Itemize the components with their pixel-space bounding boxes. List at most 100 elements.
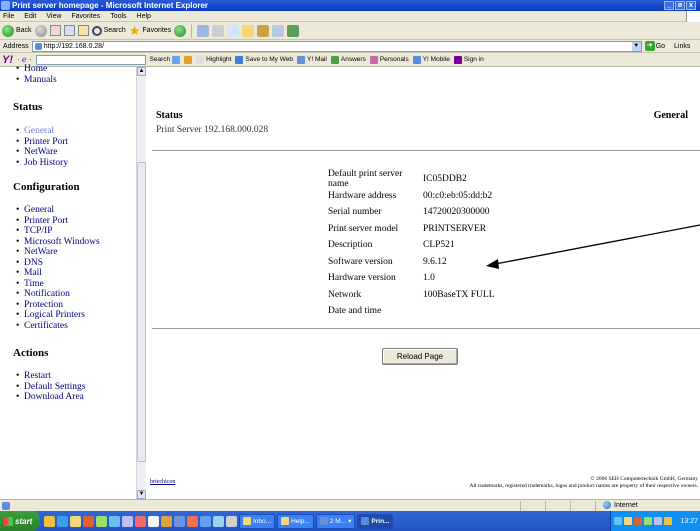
address-bar: Address http://192.168.0.28/ ▼ ➜ Go Link… [0,40,700,53]
yahoo-highlight-label: Highlight [206,56,232,63]
sidebar-item-status-netware[interactable]: NetWare [24,147,58,157]
favorites-button[interactable]: ★ Favorites [129,23,171,38]
sidebar-item-default-settings[interactable]: Default Settings [24,382,85,392]
sidebar-item-status-printer-port[interactable]: Printer Port [24,137,68,147]
mail-icon[interactable] [197,24,210,37]
quicklaunch-icon[interactable] [44,515,55,527]
sidebar-item-mail[interactable]: Mail [24,268,42,278]
yahoo-signin-button[interactable]: Sign in [453,55,484,64]
refresh-button[interactable] [63,25,75,36]
sidebar-item-dns[interactable]: DNS [24,258,43,268]
windows-flag-icon [4,516,13,526]
taskbar-item-help[interactable]: Help... [277,513,314,529]
stop-button[interactable] [49,25,61,36]
menu-favorites[interactable]: Favorites [71,11,100,21]
sidebar-item-tcpip[interactable]: TCP/IP [24,226,53,236]
scroll-down-icon[interactable]: ▼ [137,490,146,499]
yahoo-personals-button[interactable]: Personals [369,55,409,64]
footer-link[interactable]: brtechicon [150,479,175,485]
sidebar-item-job-history[interactable]: Job History [24,158,68,168]
quicklaunch-icon[interactable] [109,515,120,527]
status-segment [570,500,571,511]
messenger-icon[interactable] [272,24,285,37]
back-button[interactable]: Back [2,23,32,38]
yahoo-highlight-button[interactable]: Highlight [196,55,232,64]
menu-tools[interactable]: Tools [110,11,126,21]
sidebar-item-config-netware[interactable]: NetWare [24,247,58,257]
folder-icon[interactable] [242,24,255,37]
list-item: Download Area [16,392,136,403]
annotation-arrow-icon [486,224,700,269]
sidebar-item-config-printer-port[interactable]: Printer Port [24,216,68,226]
sidebar-item-status-general[interactable]: General [24,126,54,136]
yahoo-search-button[interactable]: Search [150,55,181,64]
quicklaunch-icon[interactable] [161,515,172,527]
go-label: Go [655,42,666,50]
answers-icon [330,55,339,64]
links-button[interactable]: Links [674,43,690,50]
print-icon[interactable] [212,24,225,37]
menu-file[interactable]: File [3,11,14,21]
sidebar-item-notification[interactable]: Notification [24,289,70,299]
plugin-icon[interactable] [287,24,300,37]
maximize-button[interactable]: ø [675,1,685,10]
quicklaunch-icon[interactable] [135,515,146,527]
tray-icon[interactable] [654,517,662,525]
quicklaunch-icon[interactable] [70,515,81,527]
sidebar-item-home[interactable]: Home [24,64,47,74]
yahoo-alert-icon[interactable] [184,55,193,64]
address-input[interactable]: http://192.168.0.28/ ▼ [31,40,642,52]
tray-icon[interactable] [624,517,632,525]
yahoo-mobile-button[interactable]: Y! Mobile [412,55,450,64]
sidebar-item-logical-printers[interactable]: Logical Printers [24,310,85,320]
sidebar-scrollbar[interactable]: ▲ ▼ [136,67,146,499]
sidebar-item-restart[interactable]: Restart [24,371,51,381]
yahoo-mail-button[interactable]: Y! Mail [297,55,327,64]
go-button[interactable]: ➜ Go [644,41,666,51]
yahoo-answers-button[interactable]: Answers [330,55,366,64]
quicklaunch-icon[interactable] [213,515,224,527]
yahoo-menu-icon[interactable]: · ℯ · [17,55,32,64]
quicklaunch-icon[interactable] [174,515,185,527]
yahoo-save-label: Save to My Web [245,56,293,63]
forward-button[interactable] [34,24,47,37]
tray-icon[interactable] [644,517,652,525]
quicklaunch-icon[interactable] [148,515,159,527]
research-icon[interactable] [257,24,270,37]
sidebar-item-microsoft-windows[interactable]: Microsoft Windows [24,237,100,247]
quicklaunch-icon[interactable] [122,515,133,527]
taskbar-item-word[interactable]: 2 M... ▾ [315,513,356,529]
sidebar-item-time[interactable]: Time [24,279,44,289]
menu-view[interactable]: View [46,11,61,21]
sidebar-item-config-general[interactable]: General [24,205,54,215]
sidebar-item-manuals[interactable]: Manuals [24,75,57,85]
quicklaunch-icon[interactable] [57,515,68,527]
quicklaunch-icon[interactable] [226,515,237,527]
search-button[interactable]: Search [91,23,126,38]
taskbar-item-inbox[interactable]: Inbo... [239,513,276,529]
scroll-thumb[interactable] [137,162,146,462]
sidebar-item-download-area[interactable]: Download Area [24,392,84,402]
yahoo-save-button[interactable]: Save to My Web [235,55,293,64]
quicklaunch-icon[interactable] [83,515,94,527]
tray-icon[interactable] [634,517,642,525]
scroll-up-icon[interactable]: ▲ [137,67,146,76]
minimize-button[interactable]: _ [664,1,674,10]
home-button[interactable] [77,25,89,36]
taskbar-item-print-server[interactable]: Prin... [357,513,394,529]
sidebar-item-protection[interactable]: Protection [24,300,63,310]
tray-icon[interactable] [614,517,622,525]
sidebar-item-certificates[interactable]: Certificates [24,321,68,331]
menu-edit[interactable]: Edit [24,11,36,21]
start-button[interactable]: start [0,511,40,531]
tray-icon[interactable] [664,517,672,525]
menu-help[interactable]: Help [137,11,151,21]
close-button[interactable]: x [686,1,696,10]
address-dropdown-icon[interactable]: ▼ [631,41,641,51]
edit-icon[interactable] [227,24,240,37]
quicklaunch-icon[interactable] [96,515,107,527]
quicklaunch-icon[interactable] [200,515,211,527]
quicklaunch-icon[interactable] [187,515,198,527]
yahoo-search-input[interactable] [35,54,146,65]
history-button[interactable] [174,24,187,37]
